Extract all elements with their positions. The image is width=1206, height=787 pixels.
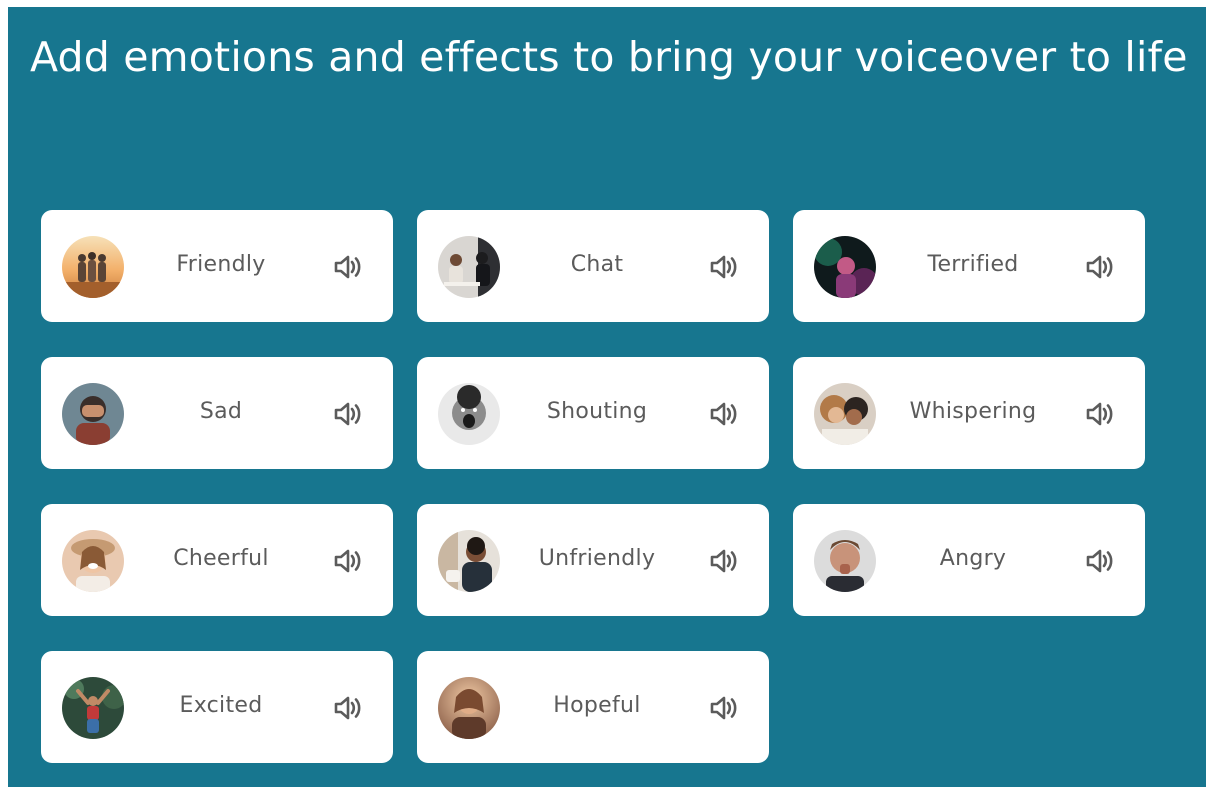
speaker-icon[interactable]: [331, 397, 365, 431]
speaker-icon[interactable]: [331, 250, 365, 284]
speaker-icon[interactable]: [331, 544, 365, 578]
emotion-label: Unfriendly: [538, 545, 656, 571]
emotion-label: Excited: [179, 692, 263, 718]
emotion-card-hopeful[interactable]: Hopeful: [417, 651, 769, 763]
people-chatting-avatar-icon: [438, 236, 500, 298]
hopeful-woman-avatar-icon: [438, 677, 500, 739]
angry-man-avatar-icon: [814, 530, 876, 592]
speaker-icon[interactable]: [707, 397, 741, 431]
emotion-label: Shouting: [546, 398, 648, 424]
excited-person-avatar-icon: [62, 677, 124, 739]
speaker-icon[interactable]: [707, 544, 741, 578]
emotion-card-sad[interactable]: Sad: [41, 357, 393, 469]
emotion-card-cheerful[interactable]: Cheerful: [41, 504, 393, 616]
unfriendly-man-avatar-icon: [438, 530, 500, 592]
emotion-label: Terrified: [927, 251, 1019, 277]
emotion-label: Sad: [199, 398, 243, 424]
terrified-person-avatar-icon: [814, 236, 876, 298]
emotion-label: Whispering: [909, 398, 1037, 424]
speaker-icon[interactable]: [1083, 544, 1117, 578]
speaker-icon[interactable]: [1083, 250, 1117, 284]
cheerful-woman-avatar-icon: [62, 530, 124, 592]
shouting-man-avatar-icon: [438, 383, 500, 445]
page-title: Add emotions and effects to bring your v…: [30, 33, 1188, 81]
emotion-card-shouting[interactable]: Shouting: [417, 357, 769, 469]
emotion-card-friendly[interactable]: Friendly: [41, 210, 393, 322]
friends-group-avatar-icon: [62, 236, 124, 298]
emotions-panel: Add emotions and effects to bring your v…: [8, 7, 1206, 787]
emotions-grid: Friendly Chat Terrified Sad Shouting Whi…: [41, 210, 1145, 763]
speaker-icon[interactable]: [707, 691, 741, 725]
emotion-label: Hopeful: [553, 692, 641, 718]
speaker-icon[interactable]: [331, 691, 365, 725]
speaker-icon[interactable]: [707, 250, 741, 284]
sad-person-avatar-icon: [62, 383, 124, 445]
emotion-label: Angry: [939, 545, 1007, 571]
emotion-label: Chat: [570, 251, 624, 277]
emotion-card-unfriendly[interactable]: Unfriendly: [417, 504, 769, 616]
emotion-card-whispering[interactable]: Whispering: [793, 357, 1145, 469]
emotion-label: Cheerful: [173, 545, 269, 571]
emotion-card-terrified[interactable]: Terrified: [793, 210, 1145, 322]
emotion-label: Friendly: [176, 251, 266, 277]
emotion-card-chat[interactable]: Chat: [417, 210, 769, 322]
speaker-icon[interactable]: [1083, 397, 1117, 431]
whispering-people-avatar-icon: [814, 383, 876, 445]
emotion-card-excited[interactable]: Excited: [41, 651, 393, 763]
emotion-card-angry[interactable]: Angry: [793, 504, 1145, 616]
